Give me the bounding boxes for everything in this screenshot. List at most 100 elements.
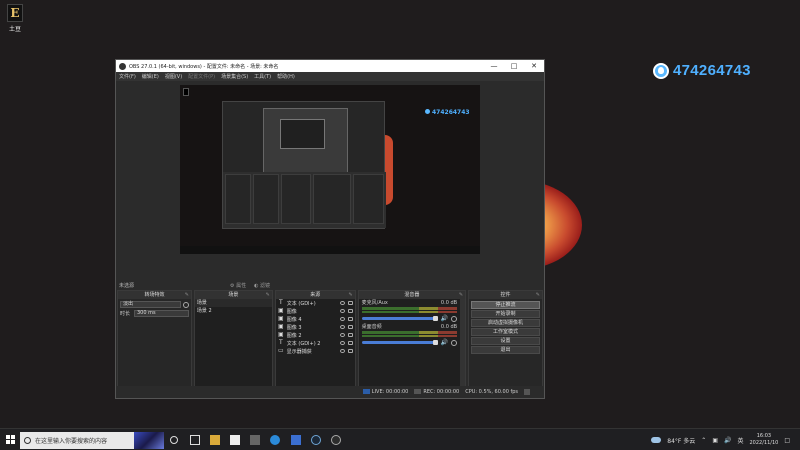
controls-dock: 控件 ✎ 停止推流 开始录制 启动虚拟摄像机 工作室模式 设置 退出	[468, 290, 543, 398]
volume-meter	[361, 335, 458, 337]
source-item[interactable]: ▣ 图像 4	[276, 315, 355, 323]
stop-streaming-button[interactable]: 停止推流	[471, 301, 540, 309]
menu-help[interactable]: 帮助(H)	[277, 73, 295, 80]
minimize-button[interactable]: —	[484, 60, 504, 72]
tray-overflow-icon[interactable]: ⌃	[701, 437, 706, 444]
clock-time: 16:03	[756, 433, 772, 439]
start-button[interactable]	[6, 435, 16, 445]
rec-status: REC: 00:00:00	[414, 389, 459, 395]
clock-date: 2022/11/10	[749, 440, 779, 446]
lock-icon[interactable]	[347, 325, 353, 329]
transition-gear-icon[interactable]	[182, 301, 189, 308]
menu-profile[interactable]: 配置文件(P)	[188, 73, 215, 80]
close-button[interactable]: ✕	[524, 60, 544, 72]
scene-item[interactable]: 场景	[194, 299, 272, 307]
menu-tools[interactable]: 工具(T)	[254, 73, 271, 80]
source-item[interactable]: T 文本 (GDI+) 2	[276, 339, 355, 347]
source-item[interactable]: ▣ 图像	[276, 307, 355, 315]
menu-file[interactable]: 文件(F)	[119, 73, 136, 80]
transition-select[interactable]: 淡出	[120, 301, 181, 308]
mixer-title: 混音器	[404, 292, 420, 298]
scenes-dock-icon[interactable]: ✎	[266, 291, 270, 299]
steam-icon[interactable]	[311, 435, 321, 445]
visibility-icon[interactable]	[339, 317, 345, 321]
text-icon: T	[278, 299, 283, 306]
visibility-icon[interactable]	[339, 349, 345, 353]
visibility-icon[interactable]	[339, 301, 345, 305]
visibility-icon[interactable]	[339, 309, 345, 313]
volume-slider[interactable]	[361, 340, 438, 345]
no-source-selected: 未选源	[119, 282, 135, 289]
start-virtual-camera-button[interactable]: 启动虚拟摄像机	[471, 319, 540, 327]
channel-gear-icon[interactable]	[451, 339, 458, 346]
filters-button[interactable]: ◐ 滤镜	[254, 282, 270, 289]
qq-number: 474264743	[673, 62, 751, 79]
lock-icon[interactable]	[347, 309, 353, 313]
channel-gear-icon[interactable]	[451, 315, 458, 322]
title-bar[interactable]: OBS 27.0.1 (64-bit, windows) - 配置文件: 未命名…	[116, 60, 544, 72]
search-icon	[24, 437, 31, 444]
menu-edit[interactable]: 编辑(E)	[142, 73, 159, 80]
menu-view[interactable]: 视图(V)	[165, 73, 182, 80]
preview-area: 474264743 未选源 ⚙ 属性 ◐ 滤镜 转场特效 ✎ 淡出 时长 300…	[116, 81, 544, 398]
preview-canvas[interactable]: 474264743	[180, 85, 480, 254]
weather-icon	[651, 437, 662, 443]
taskbar: 在这里输入你要搜索的内容 84°F 多云 ⌃ ▣ 🔊 英 16:03 2022/…	[0, 428, 800, 450]
volume-meter	[361, 331, 458, 334]
lock-icon[interactable]	[347, 349, 353, 353]
speaker-icon[interactable]: 🔊	[441, 339, 448, 346]
menu-scene-collection[interactable]: 场景集合(S)	[221, 73, 248, 80]
pinned-app-icon[interactable]	[291, 435, 301, 445]
visibility-icon[interactable]	[339, 325, 345, 329]
duration-input[interactable]: 300 ms	[134, 310, 189, 317]
canvas-qq-number: 474264743	[425, 109, 470, 116]
lock-icon[interactable]	[347, 341, 353, 345]
store-icon[interactable]	[230, 435, 240, 445]
visibility-icon[interactable]	[339, 333, 345, 337]
app-icon[interactable]	[250, 435, 260, 445]
start-recording-button[interactable]: 开始录制	[471, 310, 540, 318]
edge-icon[interactable]	[270, 435, 280, 445]
taskbar-search[interactable]: 在这里输入你要搜索的内容	[20, 432, 164, 449]
notification-icon[interactable]: □	[784, 437, 790, 444]
source-item[interactable]: ▣ 图像 3	[276, 323, 355, 331]
network-icon[interactable]: ▣	[712, 437, 718, 444]
mixer-channel: 麦克风/Aux 0.0 dB 🔊	[359, 299, 460, 323]
file-explorer-icon[interactable]	[210, 435, 220, 445]
lock-icon[interactable]	[347, 317, 353, 321]
desktop-icon-tudou[interactable]: E 土豆	[4, 4, 26, 33]
lock-icon[interactable]	[347, 301, 353, 305]
volume-icon[interactable]: 🔊	[724, 437, 731, 444]
mixer-dock-icon[interactable]: ✎	[459, 291, 463, 299]
properties-button[interactable]: ⚙ 属性	[230, 282, 246, 289]
sources-title: 来源	[310, 292, 321, 298]
scene-item[interactable]: 场景 2	[195, 307, 272, 315]
speaker-icon[interactable]: 🔊	[441, 315, 448, 322]
weather-text[interactable]: 84°F 多云	[667, 436, 695, 445]
clock[interactable]: 16:03 2022/11/10	[750, 433, 779, 447]
mixer-dock: 混音器 ✎ 麦克风/Aux 0.0 dB 🔊 桌面音频 0.0 dB 🔊	[357, 290, 467, 398]
volume-slider[interactable]	[361, 316, 438, 321]
studio-mode-button[interactable]: 工作室模式	[471, 328, 540, 336]
obs-window[interactable]: OBS 27.0.1 (64-bit, windows) - 配置文件: 未命名…	[115, 59, 545, 399]
controls-dock-icon[interactable]: ✎	[536, 291, 540, 299]
volume-meter	[361, 311, 458, 313]
tudou-logo-icon: E	[7, 4, 23, 22]
settings-button[interactable]: 设置	[471, 337, 540, 345]
dock-settings-icon[interactable]: ✎	[185, 291, 189, 299]
exit-button[interactable]: 退出	[471, 346, 540, 354]
visibility-icon[interactable]	[339, 341, 345, 345]
mixer-scrollbar[interactable]	[460, 299, 466, 397]
source-item[interactable]: ▭ 显示器捕获	[276, 347, 355, 355]
source-item[interactable]: T 文本 (GDI+)	[276, 299, 355, 307]
lock-icon[interactable]	[347, 333, 353, 337]
ime-indicator[interactable]: 英	[737, 436, 743, 445]
sources-dock: 来源 ✎ T 文本 (GDI+) ▣ 图像 ▣ 图像 4 ▣ 图像 3 ▣ 图像 2 T 文本…	[274, 290, 356, 398]
maximize-button[interactable]: □	[504, 60, 524, 72]
task-view-icon[interactable]	[190, 435, 200, 445]
sources-dock-icon[interactable]: ✎	[348, 291, 352, 299]
obs-taskbar-icon[interactable]	[331, 435, 341, 445]
search-highlight-image	[134, 432, 164, 449]
source-item[interactable]: ▣ 图像 2	[276, 331, 355, 339]
cortana-icon[interactable]	[170, 436, 178, 444]
